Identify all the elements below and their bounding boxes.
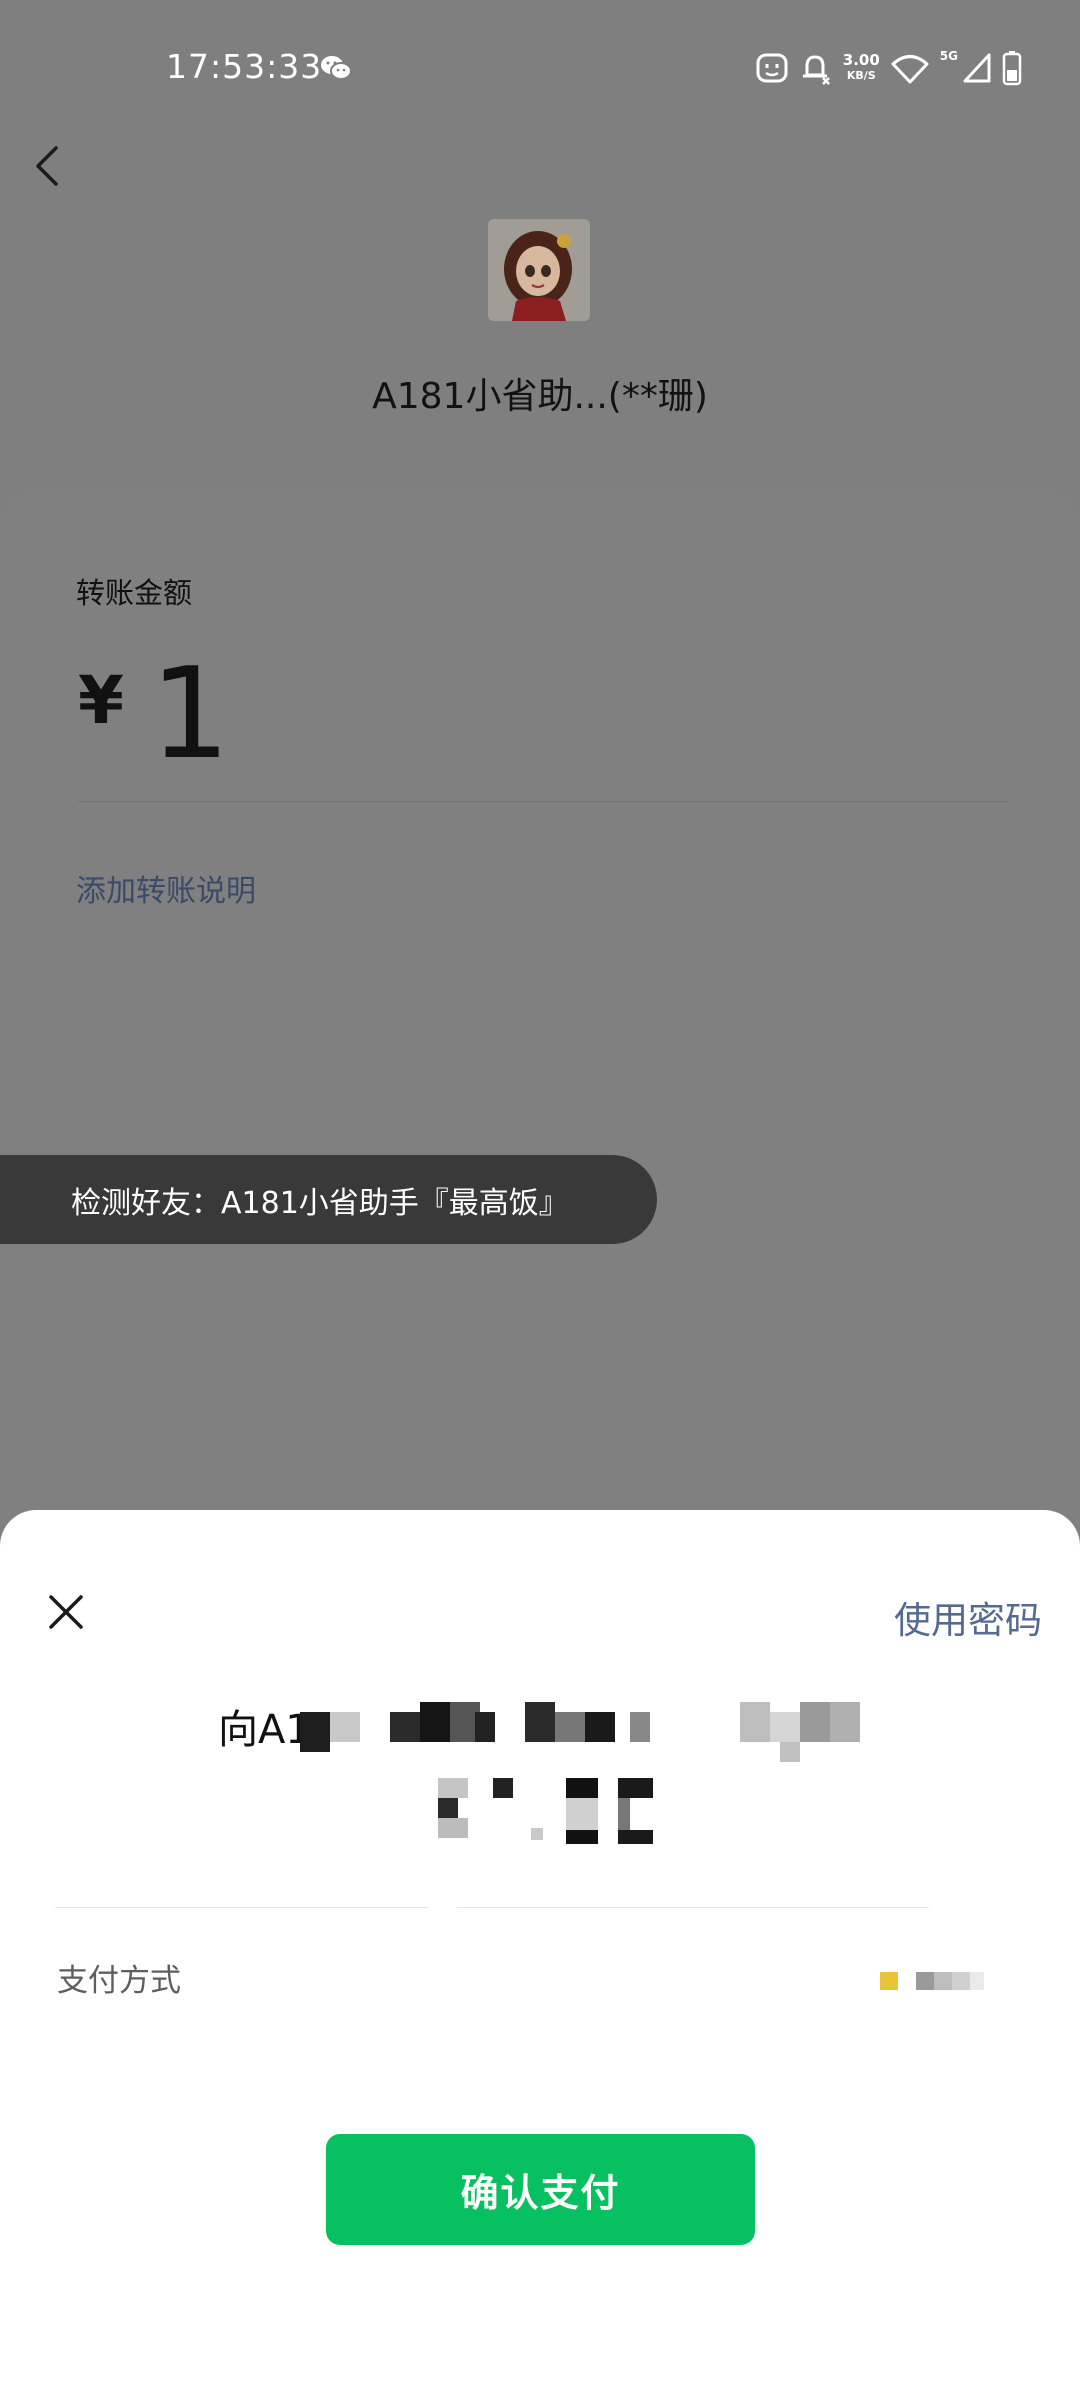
signal-icon: [963, 53, 991, 83]
payment-method-label: 支付方式: [57, 1963, 181, 1999]
net-speed-value: 3.00: [842, 51, 880, 69]
net-speed-unit: KB/S: [846, 69, 876, 82]
status-time: 17:53:33: [166, 47, 323, 86]
amount-label: 转账金额: [76, 576, 193, 610]
wifi-icon: [891, 55, 929, 84]
wechat-icon: [321, 56, 352, 80]
net-speed: 3.00 KB/S: [843, 53, 880, 83]
friend-check-toast: 检测好友：A181小省助手『最高饭』: [0, 1155, 657, 1244]
network-type: 5G: [939, 49, 958, 63]
use-password-link[interactable]: 使用密码: [894, 1590, 1042, 1644]
add-note-link[interactable]: 添加转账说明: [76, 866, 256, 910]
confirm-payment-button[interactable]: 确认支付: [326, 2134, 755, 2245]
currency-symbol: ¥: [78, 662, 124, 739]
face-icon: [756, 53, 788, 83]
close-icon[interactable]: [46, 1592, 86, 1632]
amount-divider: [78, 801, 1008, 802]
divider: [55, 1907, 428, 1908]
battery-icon: [1002, 51, 1022, 86]
back-button[interactable]: [26, 136, 70, 196]
bell-muted-icon: [802, 55, 830, 85]
avatar: [488, 219, 590, 321]
redacted-amount-mosaic: [438, 1778, 658, 1850]
payment-method-selector[interactable]: [880, 1970, 990, 1992]
redacted-name-mosaic: [300, 1702, 870, 1762]
status-bar: 17:53:33 3.00 KB/S 5G: [0, 0, 1080, 140]
payee-name: A181小省助...(**珊): [372, 376, 708, 417]
divider: [457, 1907, 929, 1908]
amount-value[interactable]: 1: [150, 640, 230, 787]
confirm-payment-label: 确认支付: [460, 2171, 621, 2215]
toast-text: 检测好友：A181小省助手『最高饭』: [71, 1185, 569, 1221]
status-icons: 3.00 KB/S 5G: [755, 48, 1022, 88]
